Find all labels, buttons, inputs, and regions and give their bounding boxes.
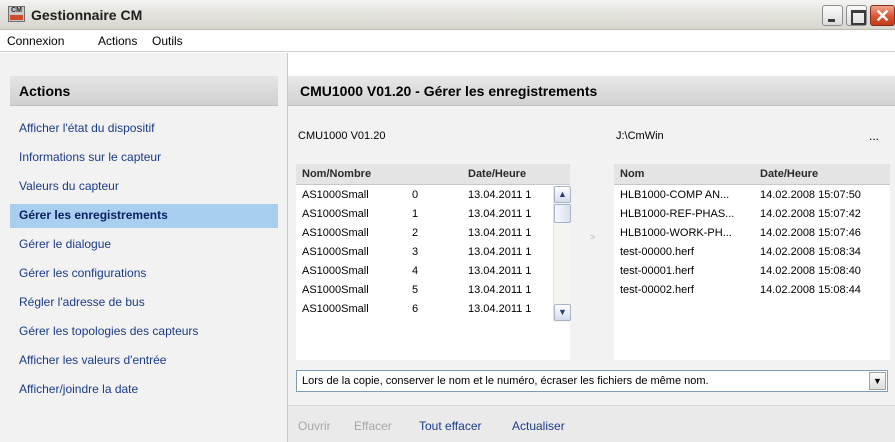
- nav-gerer-topologies[interactable]: Gérer les topologies des capteurs: [10, 320, 278, 344]
- nav-afficher-joindre-date[interactable]: Afficher/joindre la date: [10, 378, 278, 402]
- nav-afficher-etat[interactable]: Afficher l'état du dispositif: [10, 117, 278, 141]
- list-item[interactable]: test-00000.herf 14.02.2008 15:08:34: [614, 243, 890, 262]
- refresh-button[interactable]: Actualiser: [512, 419, 565, 433]
- list-item[interactable]: AS1000Small 2 13.04.2011 1: [296, 224, 570, 243]
- minimize-icon[interactable]: [822, 5, 843, 26]
- device-list-header: Nom/Nombre Date/Heure: [296, 164, 570, 185]
- chevron-down-icon[interactable]: ▼: [869, 372, 886, 390]
- menu-bar: Connexion Actions Outils: [0, 30, 895, 52]
- scroll-up-icon[interactable]: ▲: [554, 186, 571, 203]
- list-item[interactable]: AS1000Small 5 13.04.2011 1: [296, 281, 570, 300]
- list-item[interactable]: HLB1000-COMP AN... 14.02.2008 15:07:50: [614, 186, 890, 205]
- list-item[interactable]: AS1000Small 1 13.04.2011 1: [296, 205, 570, 224]
- pc-list-header: Nom Date/Heure: [614, 164, 890, 185]
- window-title: Gestionnaire CM: [31, 7, 143, 23]
- copy-mode-select[interactable]: Lors de la copie, conserver le nom et le…: [296, 370, 888, 392]
- delete-button[interactable]: Effacer: [354, 419, 392, 433]
- actions-header: Actions: [10, 76, 278, 106]
- device-records-list[interactable]: Nom/Nombre Date/Heure AS1000Small 0 13.0…: [296, 164, 571, 360]
- menu-connexion[interactable]: Connexion: [7, 34, 64, 48]
- list-item[interactable]: HLB1000-REF-PHAS... 14.02.2008 15:07:42: [614, 205, 890, 224]
- list-item[interactable]: test-00001.herf 14.02.2008 15:08:40: [614, 262, 890, 281]
- action-bar: Ouvrir Effacer Tout effacer Actualiser: [288, 405, 895, 442]
- page-title: CMU1000 V01.20 - Gérer les enregistremen…: [288, 76, 895, 106]
- scroll-down-icon[interactable]: ▼: [554, 304, 571, 321]
- path-label: J:\CmWin: [616, 130, 664, 142]
- copy-mode-value: Lors de la copie, conserver le nom et le…: [302, 375, 709, 387]
- list-item[interactable]: HLB1000-WORK-PH... 14.02.2008 15:07:46: [614, 224, 890, 243]
- column-date-time[interactable]: Date/Heure: [760, 168, 818, 180]
- pc-files-list[interactable]: Nom Date/Heure HLB1000-COMP AN... 14.02.…: [614, 164, 890, 360]
- nav-gerer-enregistrements[interactable]: Gérer les enregistrements: [10, 204, 278, 228]
- nav-regler-adresse-bus[interactable]: Régler l'adresse de bus: [10, 291, 278, 315]
- list-item[interactable]: test-00002.herf 14.02.2008 15:08:44: [614, 281, 890, 300]
- column-name-number[interactable]: Nom/Nombre: [302, 168, 371, 180]
- nav-gerer-configurations[interactable]: Gérer les configurations: [10, 262, 278, 286]
- close-icon[interactable]: ✕: [870, 5, 895, 26]
- list-item[interactable]: AS1000Small 4 13.04.2011 1: [296, 262, 570, 281]
- nav-informations-capteur[interactable]: Informations sur le capteur: [10, 146, 278, 170]
- browse-path-button[interactable]: ...: [869, 129, 879, 143]
- transfer-arrow-icon: >: [590, 232, 596, 242]
- list-item[interactable]: AS1000Small 0 13.04.2011 1: [296, 186, 570, 205]
- maximize-icon[interactable]: [846, 5, 867, 26]
- list-item[interactable]: AS1000Small 3 13.04.2011 1: [296, 243, 570, 262]
- scroll-thumb[interactable]: [554, 204, 571, 223]
- nav-valeurs-capteur[interactable]: Valeurs du capteur: [10, 175, 278, 199]
- menu-actions[interactable]: Actions: [98, 34, 137, 48]
- title-bar[interactable]: CM Gestionnaire CM ✕: [0, 0, 895, 30]
- device-list-scrollbar[interactable]: ▲ ▼: [553, 186, 571, 322]
- app-icon: CM: [8, 6, 25, 22]
- column-name[interactable]: Nom: [620, 168, 644, 180]
- nav-afficher-valeurs-entree[interactable]: Afficher les valeurs d'entrée: [10, 349, 278, 373]
- column-date-time[interactable]: Date/Heure: [468, 168, 526, 180]
- list-item[interactable]: AS1000Small 6 13.04.2011 1: [296, 300, 570, 319]
- open-button[interactable]: Ouvrir: [298, 419, 331, 433]
- nav-gerer-dialogue[interactable]: Gérer le dialogue: [10, 233, 278, 257]
- device-label: CMU1000 V01.20: [298, 130, 386, 142]
- delete-all-button[interactable]: Tout effacer: [419, 419, 481, 433]
- menu-outils[interactable]: Outils: [152, 34, 183, 48]
